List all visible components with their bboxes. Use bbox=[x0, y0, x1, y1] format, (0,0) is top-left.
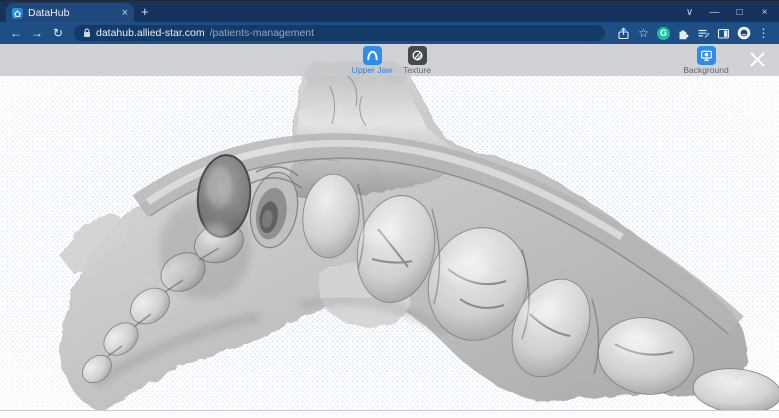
upper-jaw-label: Upper Jaw bbox=[352, 65, 393, 75]
upper-jaw-icon bbox=[365, 48, 380, 63]
page-bottom-strip bbox=[0, 410, 779, 418]
texture-label: Texture bbox=[403, 65, 431, 75]
url-host: datahub.allied-star.com bbox=[96, 27, 205, 39]
lock-icon bbox=[83, 28, 91, 38]
reload-icon[interactable]: ↻ bbox=[49, 26, 67, 40]
background-button[interactable] bbox=[697, 46, 716, 65]
background-icon bbox=[699, 48, 714, 63]
texture-button[interactable] bbox=[408, 46, 427, 65]
bookmark-star-icon[interactable]: ☆ bbox=[635, 25, 652, 41]
browser-menu-icon[interactable]: ⋮ bbox=[755, 25, 772, 41]
tab-close-icon[interactable]: × bbox=[122, 8, 128, 19]
model-viewport[interactable]: Upper Jaw Texture Background bbox=[0, 44, 779, 410]
viewer-close-icon bbox=[749, 51, 766, 68]
url-bar[interactable]: datahub.allied-star.com/patients-managem… bbox=[74, 25, 605, 41]
minimize-icon[interactable]: — bbox=[702, 7, 727, 18]
texture-icon bbox=[410, 48, 425, 63]
extensions-puzzle-icon[interactable] bbox=[675, 25, 692, 41]
browser-titlebar: DataHub × + ∨ — □ × bbox=[0, 0, 779, 22]
maximize-icon[interactable]: □ bbox=[727, 7, 752, 18]
tab-title: DataHub bbox=[28, 7, 117, 19]
browser-navbar: ← → ↻ datahub.allied-star.com/patients-m… bbox=[0, 22, 779, 44]
new-tab-button[interactable]: + bbox=[141, 4, 149, 19]
browser-tab-datahub[interactable]: DataHub × bbox=[6, 3, 134, 23]
datahub-favicon bbox=[12, 8, 23, 19]
side-panel-icon[interactable] bbox=[715, 25, 732, 41]
viewer-close-button[interactable] bbox=[749, 51, 766, 68]
browser-window: DataHub × + ∨ — □ × ← → ↻ datahub.allied… bbox=[0, 0, 779, 418]
dental-model-svg[interactable] bbox=[0, 44, 779, 410]
forward-icon[interactable]: → bbox=[28, 26, 46, 40]
background-label: Background bbox=[683, 65, 728, 75]
tab-search-icon[interactable]: ∨ bbox=[677, 7, 702, 18]
profile-avatar[interactable] bbox=[735, 25, 752, 41]
grammarly-extension-icon[interactable]: G bbox=[655, 25, 672, 41]
upper-jaw-button[interactable] bbox=[363, 46, 382, 65]
viewer-toolbar: Upper Jaw Texture Background bbox=[0, 44, 779, 76]
window-controls: ∨ — □ × bbox=[677, 2, 777, 22]
url-path: /patients-management bbox=[210, 27, 314, 39]
share-icon[interactable] bbox=[615, 25, 632, 41]
window-close-icon[interactable]: × bbox=[752, 7, 777, 18]
back-icon[interactable]: ← bbox=[7, 26, 25, 40]
notes-extension-icon[interactable] bbox=[695, 25, 712, 41]
